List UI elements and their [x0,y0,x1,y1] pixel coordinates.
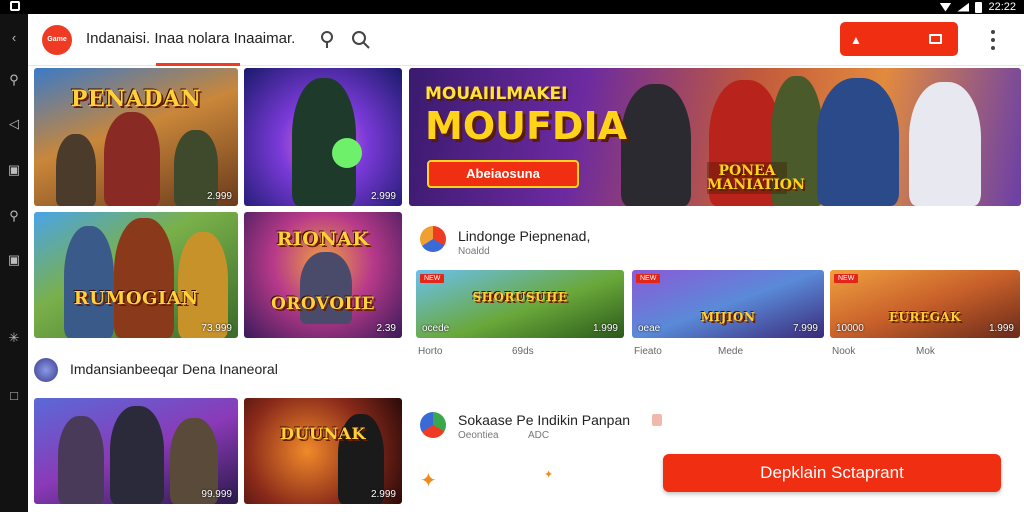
mic-icon[interactable] [318,30,336,50]
new-badge: NEW [834,274,859,283]
game-tile[interactable]: RUMOGIAN 73.999 [34,212,238,338]
card-meta: Horto [418,346,443,357]
hero-logo: PONEA MANIATION [707,162,805,194]
tile-size: 2.999 [206,191,232,202]
signal-icon [957,2,970,12]
hero-title: MOUFDIA [425,104,628,148]
flame-icon: ▲ [850,33,862,47]
tile-size: 73.999 [201,323,232,334]
star-icon: ✦ [544,469,554,481]
section-meta: ADC [528,430,550,441]
hero-banner[interactable]: MOUAIILMAKEI MOUFDIA Abeiaosuna PONEA MA… [409,68,1021,206]
card-meta: Mede [718,346,744,357]
nav-rail: ‹ ⚲ ◁ ▣ ⚲ ▣ ✳ □ [0,14,28,512]
share-icon[interactable]: ◁ [4,114,24,134]
game-tile[interactable]: PENADAN 2.999 [34,68,238,206]
app-logo[interactable]: Game [42,25,72,55]
hero-subtitle: MOUAIILMAKEI [425,84,568,104]
card-rating: ocede [422,323,450,334]
card-meta: Fieato [634,346,662,357]
card-rating: oeae [638,323,661,334]
game-tile[interactable]: 99.999 [34,398,238,504]
new-badge: NEW [636,274,661,283]
card-rating: 10000 [836,323,864,334]
card-size: 1.999 [592,323,618,334]
tile-title: PENADAN [70,86,202,112]
content-area: PENADAN 2.999 2.999 MOUAIILMAKEI MOUFDIA… [28,66,1024,512]
game-card[interactable]: NEW EUREGAK 10000 1.999 [830,270,1020,338]
card-size: 7.999 [792,323,818,334]
square-icon[interactable]: □ [4,386,24,406]
status-bar: 22:22 [0,0,1024,14]
section-title: Imdansianbeeqar Dena Inaneoral [70,361,278,377]
game-tile[interactable]: DUUNAK 2.999 [244,398,402,504]
card-meta: Mok [916,346,935,357]
section-icon [34,358,58,382]
section-title: Sokaase Pe Indikin Panpan [458,412,631,428]
app-title: Indanaisi. Inaa nolara Inaaimar. [86,30,296,47]
tile-subtitle: OROVOIIE [270,294,375,314]
wifi-icon [939,2,952,12]
section-title: Lindonge Piepnenad, [458,228,591,244]
tile-size: 2.999 [370,191,396,202]
game-tile[interactable]: RIONAK OROVOIIE 2.39 [244,212,402,338]
section-subtitle: Oeontiea [458,430,499,441]
tile-title: RIONAK [276,228,370,250]
search-icon[interactable]: ⚲ [4,206,24,226]
tile-title: RUMOGIAN [73,288,199,309]
more-options-icon[interactable] [990,30,996,50]
section-subtitle: Noaldd [458,246,490,257]
card-meta: Nook [832,346,856,357]
search-icon[interactable]: ⚲ [4,70,24,90]
search-icon[interactable] [350,29,372,51]
section-icon [420,412,446,438]
tile-size: 99.999 [201,489,232,500]
library-icon[interactable]: ▣ [4,250,24,270]
card-meta: 69ds [512,346,534,357]
settings-icon[interactable]: ✳ [4,328,24,348]
primary-cta-button[interactable]: Depklain Sctaprant [663,454,1001,492]
section-icon [420,226,446,252]
install-button[interactable]: ▲ [840,22,958,56]
battery-icon [975,1,983,13]
game-card[interactable]: NEW MIJION oeae 7.999 [632,270,824,338]
app-bar: Game Indanaisi. Inaa nolara Inaaimar. ▲ [28,14,1024,66]
status-time: 22:22 [988,1,1016,13]
new-badge: NEW [420,274,445,283]
tile-size: 2.39 [376,323,396,334]
notification-icon [10,1,20,11]
tile-title: DUUNAK [280,424,366,443]
star-icon: ✦ [420,470,437,492]
card-title: EUREGAK [888,310,962,324]
back-icon[interactable]: ‹ [4,28,24,48]
window-icon [929,34,942,44]
tag-chip [652,414,662,426]
game-card[interactable]: NEW SHORUSUHE ocede 1.999 [416,270,624,338]
game-tile[interactable]: 2.999 [244,68,402,206]
hero-tagline: Abeiaosuna [427,160,579,188]
card-title: MIJION [700,310,756,324]
card-size: 1.999 [988,323,1014,334]
tile-size: 2.999 [370,489,396,500]
card-title: SHORUSUHE [472,290,568,304]
library-icon[interactable]: ▣ [4,160,24,180]
